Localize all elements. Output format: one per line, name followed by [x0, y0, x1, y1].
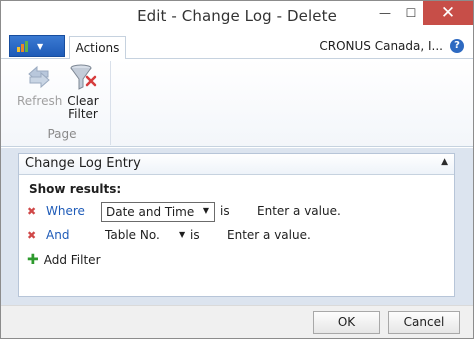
filter-field-select[interactable]: Table No. ▼ [105, 228, 195, 242]
ribbon-body: Refresh Clear Filter Page [1, 59, 473, 147]
filter-field-value: Table No. [105, 228, 160, 242]
filter-field-value: Date and Time [106, 205, 195, 219]
dropdown-arrow-icon: ▼ [202, 206, 209, 215]
filter-panel: Change Log Entry ▲ Show results: ✖ Where… [18, 153, 455, 297]
refresh-label: Refresh [17, 94, 63, 108]
dialog-footer: OK Cancel [1, 305, 473, 338]
ribbon-group-page: Refresh Clear Filter Page [15, 61, 111, 145]
collapse-icon[interactable]: ▲ [441, 157, 448, 167]
filter-conjunction: Where [46, 204, 85, 218]
refresh-icon [28, 65, 50, 89]
filter-row: ✖ And Table No. ▼ is Enter a value. [27, 226, 447, 246]
panel-title: Change Log Entry [25, 156, 141, 171]
filter-operator: is [220, 204, 230, 218]
remove-filter-icon[interactable]: ✖ [27, 205, 36, 218]
close-button[interactable]: ✕ [423, 1, 473, 25]
help-icon[interactable]: ? [450, 39, 464, 53]
clear-filter-label: Clear Filter [67, 94, 99, 121]
filter-value-input[interactable]: Enter a value. [227, 228, 311, 242]
dynamics-logo-icon [17, 40, 29, 52]
group-label-page: Page [47, 127, 77, 141]
dropdown-arrow-icon: ▼ [179, 230, 186, 239]
add-icon: ✚ [27, 252, 39, 268]
filter-row: ✖ Where Date and Time ▼ is Enter a value… [27, 202, 447, 222]
panel-header: Change Log Entry ▲ [19, 154, 454, 175]
filter-conjunction: And [46, 228, 70, 242]
tab-actions[interactable]: Actions [69, 36, 126, 60]
application-menu-button[interactable]: ▼ [9, 35, 65, 57]
clear-filter-icon [70, 64, 97, 90]
minimize-button[interactable]: — [371, 1, 399, 25]
maximize-button[interactable]: ☐ [399, 1, 423, 25]
ribbon-tab-bar: ▼ Actions CRONUS Canada, I... ? [1, 32, 473, 60]
refresh-button[interactable]: Refresh [17, 63, 63, 108]
chevron-down-icon: ▼ [37, 41, 44, 51]
content-area: Change Log Entry ▲ Show results: ✖ Where… [1, 148, 473, 305]
company-name[interactable]: CRONUS Canada, I... [319, 39, 443, 53]
cancel-button[interactable]: Cancel [388, 311, 460, 334]
add-filter-button[interactable]: ✚ Add Filter [27, 250, 101, 270]
remove-filter-icon[interactable]: ✖ [27, 229, 36, 242]
add-filter-label: Add Filter [43, 253, 101, 267]
filter-field-select[interactable]: Date and Time ▼ [101, 202, 215, 222]
title-bar: Edit - Change Log - Delete — ☐ ✕ [1, 1, 473, 32]
ok-button[interactable]: OK [313, 311, 380, 334]
clear-filter-button[interactable]: Clear Filter [63, 63, 103, 121]
show-results-label: Show results: [29, 182, 122, 196]
filter-operator: is [190, 228, 200, 242]
dialog-window: Edit - Change Log - Delete — ☐ ✕ ▼ Actio… [0, 0, 474, 339]
filter-value-input[interactable]: Enter a value. [257, 204, 341, 218]
